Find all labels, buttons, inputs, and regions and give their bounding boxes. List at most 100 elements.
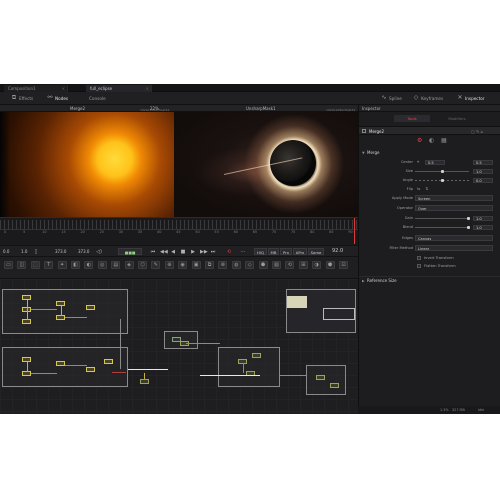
playhead[interactable]	[354, 218, 355, 244]
render-start[interactable]: 1.0	[21, 249, 27, 255]
mb-toggle[interactable]: MB	[268, 248, 279, 255]
tool-button[interactable]: ▭	[4, 261, 13, 269]
tool-button[interactable]: ⬢	[325, 261, 335, 269]
step-back-icon[interactable]: ◀◀	[160, 249, 168, 255]
center-y-field[interactable]: 0.5	[473, 160, 493, 165]
blend-slider[interactable]	[415, 226, 470, 229]
node-editor[interactable]	[0, 279, 358, 414]
gain-field[interactable]: 1.0	[473, 216, 493, 221]
render-end[interactable]: 373.0	[55, 249, 66, 255]
tool-button[interactable]: ◉	[178, 261, 188, 269]
size-slider-knob[interactable]	[441, 170, 444, 173]
tool-button[interactable]: ◎	[97, 261, 107, 269]
global-end[interactable]: 373.0	[78, 249, 89, 255]
filter-method-select[interactable]: Linear	[415, 245, 493, 251]
inspector-button[interactable]: ✕ Inspector	[456, 94, 498, 103]
tool-button[interactable]: ◧	[71, 261, 80, 269]
jump-end-icon[interactable]: ⏭	[210, 249, 216, 255]
tool-button[interactable]: ⊞	[298, 261, 308, 269]
tool-button[interactable]: T	[44, 261, 54, 269]
node[interactable]	[86, 367, 95, 372]
aprx-toggle[interactable]: APrx	[293, 248, 307, 255]
tool-button[interactable]: ◫	[17, 261, 27, 269]
render-button[interactable]: ■■■	[118, 248, 142, 255]
angle-field[interactable]: 0.0	[473, 178, 493, 183]
node[interactable]	[56, 361, 65, 366]
controls-page-icon[interactable]: ⚙	[417, 138, 422, 144]
node-toggle-icon[interactable]	[362, 129, 366, 133]
node[interactable]	[330, 383, 339, 388]
tool-button[interactable]: ✦	[57, 261, 67, 269]
blend-field[interactable]: 1.0	[473, 225, 493, 230]
tab-composition1[interactable]: Composition1 ×	[4, 85, 68, 92]
time-ruler[interactable]: 0 5 10 15 20 25 30 35 40 45 50 55 60 65 70 75 80 85 90	[0, 217, 358, 245]
tab-modifiers[interactable]: Modifiers	[439, 115, 475, 122]
angle-dial[interactable]	[415, 179, 469, 182]
channels-page-icon[interactable]: ◐	[429, 138, 434, 144]
prx-toggle[interactable]: Prx	[280, 248, 292, 255]
close-icon[interactable]: ×	[62, 85, 65, 92]
in-marker-icon[interactable]: ⟦	[33, 249, 39, 255]
step-forward-icon[interactable]: ▶▶	[200, 249, 208, 255]
tool-button[interactable]: ⊗	[218, 261, 228, 269]
tool-button[interactable]: ▧	[272, 261, 281, 269]
tool-button[interactable]: ✎	[151, 261, 161, 269]
console-button[interactable]: Console	[80, 94, 112, 103]
node[interactable]	[252, 353, 261, 358]
node-group-small[interactable]	[164, 331, 198, 349]
tool-button[interactable]: ◍	[231, 261, 241, 269]
tool-button[interactable]: ⊡	[339, 261, 348, 269]
tool-button[interactable]: ⊕	[164, 261, 174, 269]
tab-tools[interactable]: Tools	[394, 115, 430, 122]
node-group-right[interactable]	[306, 365, 346, 395]
play-reverse-icon[interactable]: ◀	[170, 249, 176, 255]
node-group-top[interactable]	[2, 289, 128, 334]
apply-mode-select[interactable]: Screen	[415, 195, 493, 201]
node[interactable]	[86, 305, 95, 310]
jump-start-icon[interactable]: ⏮	[150, 249, 156, 255]
some-toggle[interactable]: Some	[308, 248, 324, 255]
flip-horizontal-icon[interactable]: ⇆	[417, 186, 420, 192]
right-viewer-image[interactable]	[174, 112, 358, 217]
tool-button[interactable]: ⟲	[285, 261, 295, 269]
center-x-field[interactable]: 0.5	[425, 160, 445, 165]
loop-icon[interactable]: ⟲	[226, 249, 232, 255]
close-icon[interactable]: ×	[146, 85, 149, 92]
nodes-button[interactable]: ⚯ Nodes	[46, 94, 76, 103]
tool-button[interactable]: ⧉	[205, 261, 214, 269]
merge-section-header[interactable]: ▼ Merge	[359, 149, 500, 157]
tool-button[interactable]: ◇	[245, 261, 255, 269]
operator-select[interactable]: Over	[415, 205, 493, 211]
node[interactable]	[316, 375, 325, 380]
tool-button[interactable]: ⬡	[138, 261, 147, 269]
current-frame[interactable]: 92.0	[332, 248, 343, 254]
tool-button[interactable]: ◑	[312, 261, 322, 269]
keyframes-button[interactable]: ◇ Keyframes	[412, 94, 452, 103]
left-viewer-image[interactable]	[0, 112, 174, 217]
node[interactable]	[140, 379, 149, 384]
viewer-area[interactable]: 1920x1080xfloat32 1920x1080xfloat32	[0, 108, 358, 217]
size-field[interactable]: 1.0	[473, 169, 493, 174]
global-start[interactable]: 0.0	[3, 249, 9, 255]
blend-slider-knob[interactable]	[467, 226, 470, 229]
node-title-bar[interactable]: Merge2 ▢ ✎ ⌂	[359, 126, 500, 135]
tool-button[interactable]: ◐	[84, 261, 94, 269]
size-slider[interactable]	[415, 170, 469, 173]
flip-vertical-icon[interactable]: ⇅	[425, 186, 428, 192]
node-navigator[interactable]	[286, 289, 356, 333]
tool-button[interactable]: ⬣	[258, 261, 268, 269]
reference-size-section-header[interactable]: ▶ Reference Size	[359, 276, 500, 284]
stop-icon[interactable]: ■	[180, 249, 186, 255]
frame-settings-icon[interactable]: ⋯	[240, 249, 246, 255]
center-crosshair-icon[interactable]: ⌖	[417, 159, 419, 165]
node-group-middle[interactable]	[218, 347, 280, 387]
edges-select[interactable]: Canvas	[415, 235, 493, 241]
gain-slider-knob[interactable]	[467, 217, 470, 220]
invert-transform-checkbox[interactable]	[417, 256, 421, 260]
settings-page-icon[interactable]: ▦	[441, 138, 447, 144]
audio-icon[interactable]: ◁)	[96, 249, 102, 255]
angle-dial-knob[interactable]	[441, 179, 444, 182]
hiq-toggle[interactable]: HiQ	[254, 248, 267, 255]
node-options-icon[interactable]: ▢ ✎ ⌂	[471, 129, 483, 135]
tab-full-eclipse[interactable]: full_eclipse ×	[86, 85, 152, 92]
